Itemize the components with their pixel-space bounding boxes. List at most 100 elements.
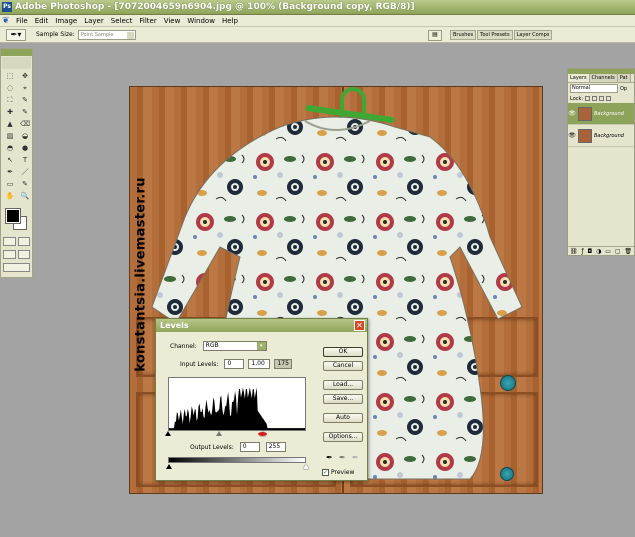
black-eyedropper-icon[interactable]: ✒ bbox=[326, 453, 333, 462]
folder-icon[interactable]: ▭ bbox=[605, 248, 611, 255]
adobe-online-icon[interactable] bbox=[2, 57, 31, 69]
gamma-slider-handle[interactable] bbox=[216, 431, 222, 436]
output-white-field[interactable]: 255 bbox=[265, 442, 286, 452]
window-title: Adobe Photoshop - [7072004659n6904.jpg @… bbox=[15, 2, 415, 12]
screen-modes bbox=[1, 248, 32, 261]
eyedropper-tool-preset-icon[interactable]: ✒▾ bbox=[6, 28, 26, 41]
output-black-field[interactable]: 0 bbox=[239, 442, 260, 452]
layer-row-background-copy[interactable]: 👁 Background bbox=[568, 103, 634, 125]
output-white-handle[interactable] bbox=[303, 464, 309, 469]
tool-button[interactable]: ✎ bbox=[18, 179, 32, 190]
new-layer-icon[interactable]: ▢ bbox=[615, 248, 621, 255]
auto-button[interactable]: Auto bbox=[323, 413, 363, 423]
lock-image-icon[interactable] bbox=[592, 96, 598, 101]
toolbox-title-bar[interactable] bbox=[1, 49, 32, 56]
menu-help[interactable]: Help bbox=[222, 17, 238, 25]
tab-layers[interactable]: Layers bbox=[568, 74, 590, 82]
output-black-handle[interactable] bbox=[166, 464, 172, 469]
menu-file[interactable]: File bbox=[16, 17, 28, 25]
tool-button[interactable]: ▲ bbox=[3, 119, 17, 130]
cancel-button[interactable]: Cancel bbox=[323, 361, 363, 371]
layer-thumbnail bbox=[578, 106, 592, 121]
tool-button[interactable]: ◓ bbox=[3, 143, 17, 154]
lock-position-icon[interactable] bbox=[599, 96, 605, 101]
palette-tab-layer-comps[interactable]: Layer Comps bbox=[513, 30, 553, 40]
tool-button[interactable]: ⛶ bbox=[3, 95, 17, 106]
chevron-down-icon: ▾ bbox=[256, 342, 266, 350]
preview-checkbox[interactable]: ✓ bbox=[322, 469, 329, 476]
tool-button[interactable]: ◌ bbox=[3, 83, 17, 94]
palette-tab-brushes[interactable]: Brushes bbox=[450, 30, 477, 40]
tool-button[interactable]: T bbox=[18, 155, 32, 166]
quick-mask-modes bbox=[1, 235, 32, 248]
highlight-marker bbox=[258, 432, 267, 436]
tab-paths[interactable]: Pat bbox=[617, 74, 631, 82]
options-button[interactable]: Options... bbox=[323, 432, 363, 442]
channel-select[interactable]: RGB ▾ bbox=[202, 341, 267, 351]
tool-button[interactable]: ✋ bbox=[3, 191, 17, 202]
black-point-slider-handle[interactable] bbox=[165, 431, 171, 436]
layer-row-background[interactable]: 👁 Background bbox=[568, 125, 634, 147]
tab-channels[interactable]: Channels bbox=[589, 74, 618, 82]
layer-style-icon[interactable]: ƒ bbox=[581, 248, 583, 255]
trash-icon[interactable]: 🗑 bbox=[624, 248, 632, 255]
quick-mask-mode-button[interactable] bbox=[17, 237, 30, 246]
sample-size-select[interactable]: Point Sample bbox=[77, 29, 136, 40]
tool-button[interactable]: ▭ bbox=[3, 179, 17, 190]
tool-button[interactable]: ✎ bbox=[18, 95, 32, 106]
input-white-field[interactable]: 175 bbox=[274, 359, 293, 369]
menu-view[interactable]: View bbox=[164, 17, 181, 25]
tool-button[interactable]: ⌫ bbox=[18, 119, 32, 130]
save-button[interactable]: Save... bbox=[323, 394, 363, 404]
menu-bar: ❦ File Edit Image Layer Select Filter Vi… bbox=[0, 15, 635, 27]
lock-label: Lock: bbox=[570, 95, 584, 102]
tool-button[interactable]: ⌖ bbox=[18, 83, 32, 94]
load-button[interactable]: Load... bbox=[323, 380, 363, 390]
preview-row: ✓ Preview bbox=[322, 469, 354, 476]
tool-button[interactable]: ✚ bbox=[3, 107, 17, 118]
file-browser-icon[interactable]: ▤ bbox=[428, 29, 442, 41]
full-screen-button[interactable] bbox=[17, 250, 30, 259]
mask-icon[interactable]: ◘ bbox=[587, 248, 592, 255]
tool-button[interactable]: ✒ bbox=[3, 167, 17, 178]
adjustment-icon[interactable]: ◑ bbox=[596, 248, 601, 255]
tool-button[interactable]: ◒ bbox=[18, 131, 32, 142]
standard-mode-button[interactable] bbox=[3, 237, 16, 246]
menu-filter[interactable]: Filter bbox=[139, 17, 156, 25]
levels-title-bar[interactable]: Levels ✕ bbox=[156, 319, 367, 332]
input-gamma-field[interactable]: 1,00 bbox=[248, 359, 271, 369]
eye-icon[interactable]: 👁 bbox=[568, 132, 576, 139]
blend-mode-select[interactable]: Normal bbox=[570, 84, 618, 93]
white-eyedropper-icon[interactable]: ✒ bbox=[352, 453, 359, 462]
tool-button[interactable]: 🔍 bbox=[18, 191, 32, 202]
input-black-field[interactable]: 0 bbox=[224, 359, 245, 369]
menu-layer[interactable]: Layer bbox=[84, 17, 104, 25]
standard-screen-button[interactable] bbox=[3, 250, 16, 259]
tool-button[interactable]: ↖ bbox=[3, 155, 17, 166]
input-levels-label: Input Levels: bbox=[180, 360, 219, 368]
menu-edit[interactable]: Edit bbox=[35, 17, 49, 25]
gray-eyedropper-icon[interactable]: ✒ bbox=[339, 453, 346, 462]
tool-button[interactable]: ／ bbox=[18, 167, 32, 178]
eye-icon[interactable]: 👁 bbox=[568, 110, 576, 117]
menu-image[interactable]: Image bbox=[55, 17, 77, 25]
watermark-text: konstantsia.livemaster.ru bbox=[133, 177, 149, 372]
jump-to-imageready-button[interactable] bbox=[3, 263, 30, 272]
tool-button[interactable]: ▨ bbox=[3, 131, 17, 142]
lock-transparency-icon[interactable] bbox=[585, 96, 591, 101]
tool-button[interactable]: ✥ bbox=[18, 71, 32, 82]
palette-tab-tool-presets[interactable]: Tool Presets bbox=[477, 30, 513, 40]
lock-all-icon[interactable] bbox=[606, 96, 612, 101]
close-icon[interactable]: ✕ bbox=[354, 320, 365, 331]
tool-button[interactable]: ● bbox=[18, 143, 32, 154]
menu-window[interactable]: Window bbox=[187, 17, 215, 25]
foreground-color-swatch[interactable] bbox=[5, 208, 21, 224]
tool-button[interactable]: ✎ bbox=[18, 107, 32, 118]
photoshop-feather-icon[interactable]: ❦ bbox=[2, 16, 12, 26]
link-icon[interactable]: ⛓ bbox=[570, 248, 578, 255]
ok-button[interactable]: OK bbox=[323, 347, 363, 357]
menu-select[interactable]: Select bbox=[111, 17, 133, 25]
input-slider[interactable] bbox=[165, 431, 306, 437]
tool-button[interactable]: ⬚ bbox=[3, 71, 17, 82]
layers-panel-footer: ⛓ ƒ ◘ ◑ ▭ ▢ 🗑 bbox=[568, 246, 634, 255]
